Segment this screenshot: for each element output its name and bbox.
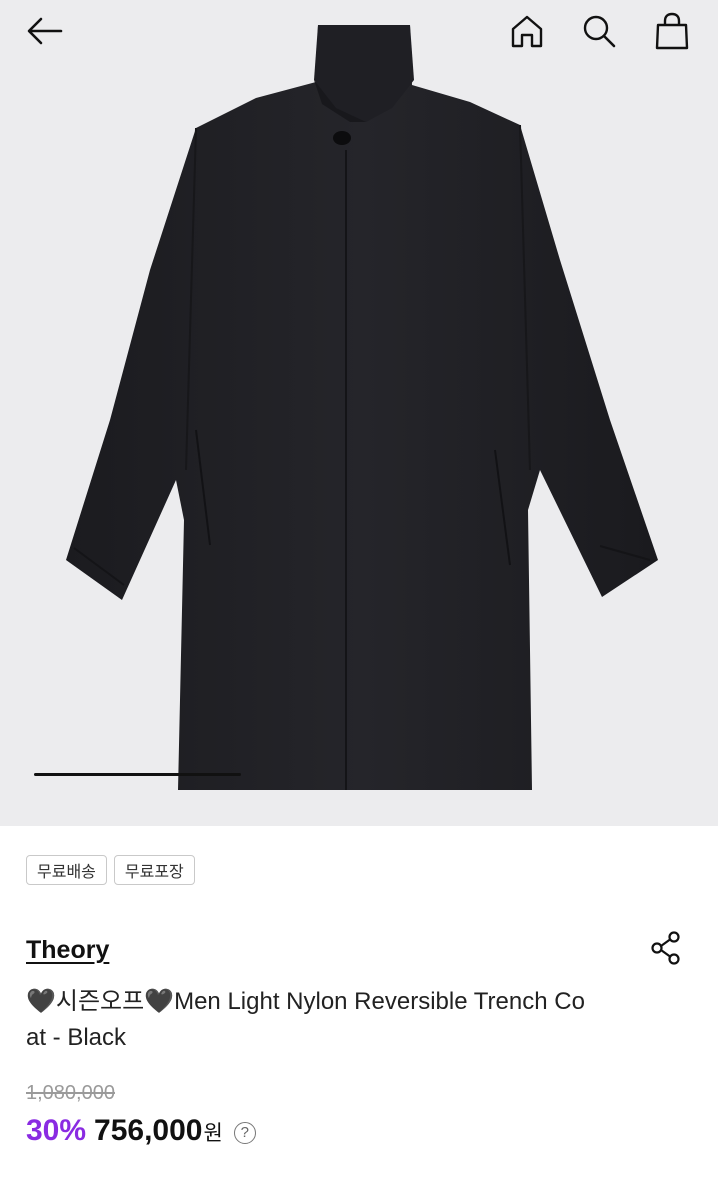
- gallery-progress-indicator: [34, 773, 241, 776]
- tag-list: 무료배송 무료포장: [26, 855, 195, 885]
- original-price: 1,080,000: [26, 1082, 115, 1104]
- brand-link[interactable]: Theory: [26, 936, 109, 965]
- free-shipping-tag: 무료배송: [26, 855, 107, 885]
- search-icon: [583, 15, 616, 48]
- sale-price: 756,000: [94, 1114, 203, 1147]
- back-button[interactable]: [22, 10, 68, 52]
- home-icon: [511, 15, 543, 48]
- currency-unit: 원: [203, 1122, 223, 1145]
- arrow-left-icon: [27, 17, 63, 45]
- product-image-gallery[interactable]: [0, 0, 718, 826]
- shopping-bag-icon: [655, 12, 689, 50]
- top-navigation-bar: [0, 0, 718, 64]
- product-image: [66, 25, 658, 790]
- share-icon: [651, 931, 680, 965]
- price-row: 30% 756,000 원 ?: [26, 1114, 256, 1148]
- shopping-bag-button[interactable]: [649, 8, 695, 54]
- discount-rate: 30%: [26, 1114, 87, 1147]
- search-button[interactable]: [576, 8, 622, 54]
- free-wrapping-tag: 무료포장: [113, 855, 195, 885]
- share-button[interactable]: [645, 928, 687, 968]
- product-title: 🖤시즌오프🖤Men Light Nylon Reversible Trench …: [26, 988, 585, 1051]
- price-help-icon[interactable]: ?: [233, 1121, 256, 1144]
- home-button[interactable]: [504, 8, 550, 54]
